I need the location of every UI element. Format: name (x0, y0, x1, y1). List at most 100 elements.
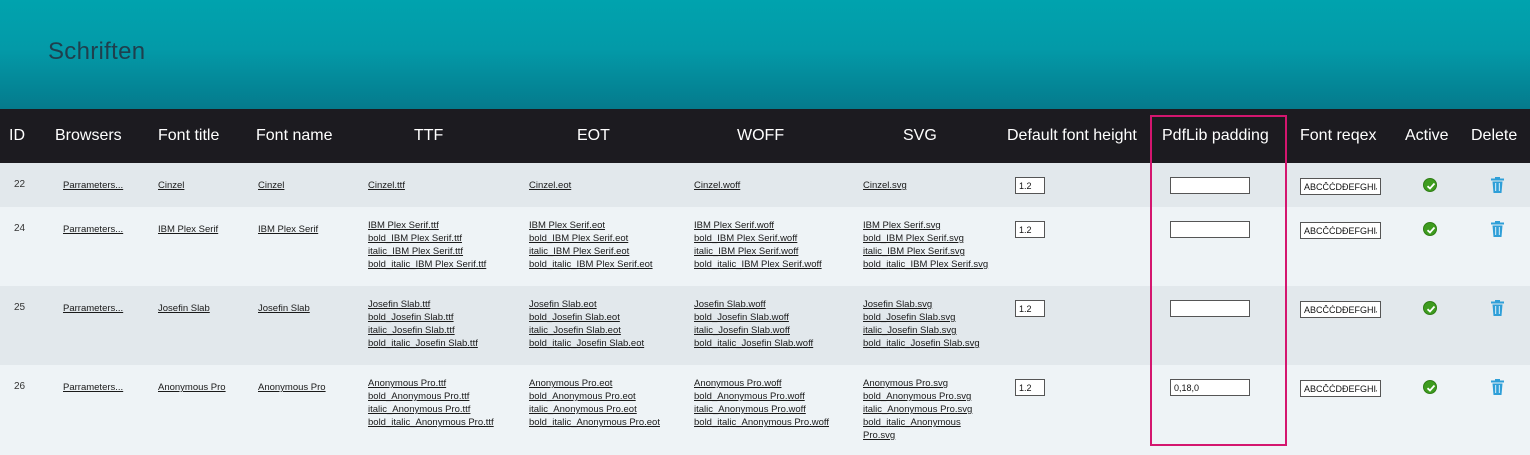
eot-file-link[interactable]: IBM Plex Serif.eot (529, 219, 653, 232)
ttf-file-link[interactable]: bold_Anonymous Pro.ttf (368, 390, 494, 403)
svg-file-link[interactable]: Josefin Slab.svg (863, 298, 980, 311)
font-regex-input[interactable] (1300, 380, 1381, 397)
font-title-link[interactable]: IBM Plex Serif (158, 223, 218, 236)
svg-file-link[interactable]: italic_Anonymous Pro.svg (863, 403, 972, 416)
column-header-font-name[interactable]: Font name (256, 109, 332, 163)
woff-file-link[interactable]: italic_IBM Plex Serif.woff (694, 245, 822, 258)
ttf-file-link[interactable]: Anonymous Pro.ttf (368, 377, 494, 390)
trash-icon[interactable] (1491, 221, 1504, 237)
column-header-font-title[interactable]: Font title (158, 109, 219, 163)
ttf-file-link[interactable]: Josefin Slab.ttf (368, 298, 478, 311)
eot-file-link[interactable]: italic_IBM Plex Serif.eot (529, 245, 653, 258)
column-header-delete[interactable]: Delete (1471, 109, 1517, 163)
font-regex-input[interactable] (1300, 301, 1381, 318)
svg-file-link[interactable]: italic_Josefin Slab.svg (863, 324, 980, 337)
svg-file-link[interactable]: bold_italic_Josefin Slab.svg (863, 337, 980, 350)
eot-file-link[interactable]: bold_italic_IBM Plex Serif.eot (529, 258, 653, 271)
woff-file-link[interactable]: bold_italic_IBM Plex Serif.woff (694, 258, 822, 271)
font-name-link[interactable]: IBM Plex Serif (258, 223, 318, 236)
woff-file-link[interactable]: bold_Anonymous Pro.woff (694, 390, 829, 403)
font-regex-input[interactable] (1300, 222, 1381, 239)
eot-file-link[interactable]: bold_IBM Plex Serif.eot (529, 232, 653, 245)
woff-file-link[interactable]: bold_Josefin Slab.woff (694, 311, 813, 324)
woff-file-link[interactable]: Cinzel.woff (694, 179, 740, 192)
font-title-link[interactable]: Anonymous Pro (158, 381, 226, 394)
ttf-file-link[interactable]: italic_Anonymous Pro.ttf (368, 403, 494, 416)
eot-file-link[interactable]: bold_Anonymous Pro.eot (529, 390, 660, 403)
eot-file-link[interactable]: Anonymous Pro.eot (529, 377, 660, 390)
pdflib-padding-input[interactable] (1170, 379, 1250, 396)
check-circle-icon[interactable] (1423, 222, 1437, 236)
woff-file-link[interactable]: italic_Josefin Slab.woff (694, 324, 813, 337)
browsers-parameters-link[interactable]: Parrameters... (63, 302, 123, 315)
woff-file-link[interactable]: bold_italic_Anonymous Pro.woff (694, 416, 829, 429)
column-header-eot[interactable]: EOT (577, 109, 610, 163)
column-header-id[interactable]: ID (9, 109, 25, 163)
browsers-parameters-link[interactable]: Parrameters... (63, 223, 123, 236)
pdflib-padding-input[interactable] (1170, 300, 1250, 317)
column-header-default-font-height[interactable]: Default font height (1007, 109, 1137, 163)
svg-file-link[interactable]: bold_italic_IBM Plex Serif.svg (863, 258, 988, 271)
ttf-file-link[interactable]: IBM Plex Serif.ttf (368, 219, 486, 232)
eot-file-link[interactable]: Josefin Slab.eot (529, 298, 644, 311)
column-header-pdflib-padding[interactable]: PdfLib padding (1162, 109, 1269, 163)
default-font-height-input[interactable] (1015, 300, 1045, 317)
ttf-file-link[interactable]: bold_Josefin Slab.ttf (368, 311, 478, 324)
default-font-height-input[interactable] (1015, 379, 1045, 396)
woff-file-link[interactable]: italic_Anonymous Pro.woff (694, 403, 829, 416)
font-name-link[interactable]: Cinzel (258, 179, 284, 192)
eot-file-link[interactable]: bold_italic_Josefin Slab.eot (529, 337, 644, 350)
ttf-file-link[interactable]: Cinzel.ttf (368, 179, 405, 192)
woff-file-link[interactable]: bold_IBM Plex Serif.woff (694, 232, 822, 245)
ttf-file-link[interactable]: bold_italic_Anonymous Pro.ttf (368, 416, 494, 429)
column-header-ttf[interactable]: TTF (414, 109, 443, 163)
pdflib-padding-input[interactable] (1170, 177, 1250, 194)
woff-file-link[interactable]: bold_italic_Josefin Slab.woff (694, 337, 813, 350)
ttf-file-link[interactable]: bold_IBM Plex Serif.ttf (368, 232, 486, 245)
browsers-parameters-link[interactable]: Parrameters... (63, 179, 123, 192)
browsers-parameters-link[interactable]: Parrameters... (63, 381, 123, 394)
table-header: ID Browsers Font title Font name TTF EOT… (0, 109, 1530, 163)
eot-file-link[interactable]: bold_Josefin Slab.eot (529, 311, 644, 324)
column-header-font-regex[interactable]: Font reqex (1300, 109, 1376, 163)
svg-file-link[interactable]: Pro.svg (863, 429, 972, 442)
trash-icon[interactable] (1491, 177, 1504, 193)
trash-icon[interactable] (1491, 300, 1504, 316)
ttf-file-link[interactable]: bold_italic_IBM Plex Serif.ttf (368, 258, 486, 271)
ttf-file-link[interactable]: bold_italic_Josefin Slab.ttf (368, 337, 478, 350)
default-font-height-input[interactable] (1015, 177, 1045, 194)
pdflib-padding-input[interactable] (1170, 221, 1250, 238)
woff-file-link[interactable]: IBM Plex Serif.woff (694, 219, 822, 232)
font-name-link[interactable]: Anonymous Pro (258, 381, 326, 394)
eot-file-link[interactable]: italic_Anonymous Pro.eot (529, 403, 660, 416)
ttf-file-link[interactable]: italic_IBM Plex Serif.ttf (368, 245, 486, 258)
check-circle-icon[interactable] (1423, 380, 1437, 394)
column-header-svg[interactable]: SVG (903, 109, 937, 163)
svg-file-link[interactable]: italic_IBM Plex Serif.svg (863, 245, 988, 258)
font-name-link[interactable]: Josefin Slab (258, 302, 310, 315)
column-header-woff[interactable]: WOFF (737, 109, 784, 163)
eot-file-link[interactable]: bold_italic_Anonymous Pro.eot (529, 416, 660, 429)
svg-file-link[interactable]: IBM Plex Serif.svg (863, 219, 988, 232)
check-circle-icon[interactable] (1423, 178, 1437, 192)
column-header-active[interactable]: Active (1405, 109, 1449, 163)
woff-file-link[interactable]: Anonymous Pro.woff (694, 377, 829, 390)
font-title-link[interactable]: Josefin Slab (158, 302, 210, 315)
svg-file-link[interactable]: bold_IBM Plex Serif.svg (863, 232, 988, 245)
svg-file-list: Anonymous Pro.svg bold_Anonymous Pro.svg… (863, 377, 972, 442)
ttf-file-link[interactable]: italic_Josefin Slab.ttf (368, 324, 478, 337)
check-circle-icon[interactable] (1423, 301, 1437, 315)
eot-file-link[interactable]: Cinzel.eot (529, 179, 571, 192)
svg-file-link[interactable]: Anonymous Pro.svg (863, 377, 972, 390)
font-title-link[interactable]: Cinzel (158, 179, 184, 192)
woff-file-link[interactable]: Josefin Slab.woff (694, 298, 813, 311)
svg-file-link[interactable]: Cinzel.svg (863, 179, 907, 192)
svg-file-link[interactable]: bold_Josefin Slab.svg (863, 311, 980, 324)
svg-file-link[interactable]: bold_Anonymous Pro.svg (863, 390, 972, 403)
column-header-browsers[interactable]: Browsers (55, 109, 122, 163)
eot-file-link[interactable]: italic_Josefin Slab.eot (529, 324, 644, 337)
svg-file-link[interactable]: bold_italic_Anonymous (863, 416, 972, 429)
trash-icon[interactable] (1491, 379, 1504, 395)
font-regex-input[interactable] (1300, 178, 1381, 195)
default-font-height-input[interactable] (1015, 221, 1045, 238)
